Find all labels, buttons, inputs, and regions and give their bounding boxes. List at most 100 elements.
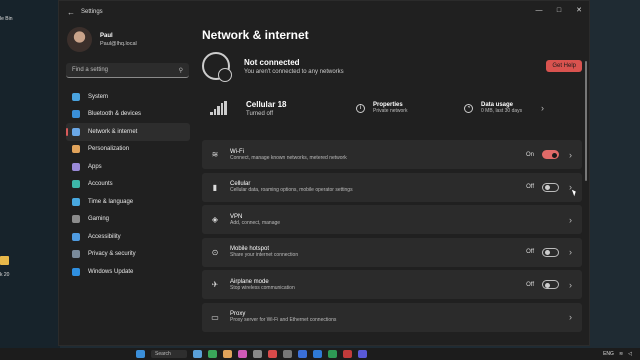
wifi-tray-icon[interactable]: ≋ bbox=[619, 351, 623, 357]
taskbar-app-icon[interactable] bbox=[313, 350, 322, 358]
profile-name: Paul bbox=[100, 32, 113, 39]
system-tray: ENG ≋ ◁ bbox=[603, 351, 632, 357]
desktop-item-recycle-bin[interactable]: le Bin bbox=[0, 16, 13, 22]
sidebar-item-time-language[interactable]: Time & language bbox=[66, 193, 190, 211]
taskbar-app-icon[interactable] bbox=[208, 350, 217, 358]
settings-window: ← Settings — □ ✕ Paul Paul@lhq.local Fin… bbox=[58, 0, 590, 346]
toggle-switch[interactable] bbox=[542, 280, 559, 289]
desktop-item-label[interactable]: k 20 bbox=[0, 272, 9, 278]
sidebar-item-label: Windows Update bbox=[88, 268, 134, 275]
minimize-icon[interactable]: — bbox=[529, 1, 549, 19]
sidebar-item-network-internet[interactable]: Network & internet bbox=[66, 123, 190, 141]
row-subtitle: Proxy server for Wi-Fi and Ethernet conn… bbox=[230, 317, 337, 323]
scrollbar[interactable] bbox=[585, 61, 587, 181]
close-icon[interactable]: ✕ bbox=[569, 1, 589, 19]
sidebar-item-icon bbox=[72, 215, 80, 224]
get-help-button[interactable]: Get Help bbox=[546, 60, 582, 72]
sidebar-item-privacy-security[interactable]: Privacy & security bbox=[66, 246, 190, 264]
sidebar-item-icon bbox=[72, 180, 80, 189]
status-subtitle: You aren't connected to any networks bbox=[244, 68, 344, 75]
chevron-right-icon[interactable]: › bbox=[569, 150, 572, 160]
sidebar-item-label: Network & internet bbox=[88, 128, 138, 135]
taskbar-app-icon[interactable] bbox=[283, 350, 292, 358]
search-input[interactable]: Find a setting ⚲ bbox=[66, 63, 189, 78]
vpn-shield-icon: ◈ bbox=[211, 215, 219, 224]
taskbar-app-icon[interactable] bbox=[268, 350, 277, 358]
sidebar-item-windows-update[interactable]: Windows Update bbox=[66, 263, 190, 281]
taskbar-app-icon[interactable] bbox=[358, 350, 367, 358]
sidebar-item-label: Apps bbox=[88, 163, 102, 170]
settings-row-airplane-mode[interactable]: ✈ Airplane mode Stop wireless communicatio… bbox=[202, 270, 582, 299]
window-title: Settings bbox=[81, 9, 103, 15]
chevron-right-icon[interactable]: › bbox=[569, 312, 572, 322]
taskbar-app-icon[interactable] bbox=[238, 350, 247, 358]
sidebar-item-accounts[interactable]: Accounts bbox=[66, 176, 190, 194]
language-indicator[interactable]: ENG bbox=[603, 351, 614, 357]
sidebar-item-icon bbox=[72, 127, 80, 136]
sidebar-item-label: System bbox=[88, 93, 109, 100]
sidebar-item-system[interactable]: System bbox=[66, 88, 190, 106]
data-usage-subtitle: 0 MB, last 30 days bbox=[481, 108, 523, 114]
wifi-icon: ≋ bbox=[211, 150, 219, 159]
sidebar-item-personalization[interactable]: Personalization bbox=[66, 141, 190, 159]
toggle-switch[interactable] bbox=[542, 150, 559, 159]
maximize-icon[interactable]: □ bbox=[549, 1, 569, 19]
arrow-left-icon[interactable]: ← bbox=[67, 8, 81, 17]
sidebar-item-label: Time & language bbox=[88, 198, 134, 205]
settings-row-vpn[interactable]: ◈ VPN Add, connect, manage › bbox=[202, 205, 582, 234]
taskbar-app-icon[interactable] bbox=[328, 350, 337, 358]
sidebar-item-label: Personalization bbox=[88, 146, 130, 153]
taskbar-app-icon[interactable] bbox=[343, 350, 352, 358]
taskbar-search[interactable]: Search bbox=[151, 350, 187, 358]
chevron-right-icon[interactable]: › bbox=[569, 247, 572, 257]
toggle-state-label: Off bbox=[526, 249, 534, 255]
chevron-right-icon[interactable]: › bbox=[541, 103, 544, 113]
taskbar: Search ENG ≋ ◁ bbox=[0, 348, 640, 360]
cellular-name: Cellular 18 bbox=[246, 99, 287, 109]
data-usage-link[interactable]: ◔ Data usage 0 MB, last 30 days › bbox=[464, 102, 544, 114]
settings-row-wi-fi[interactable]: ≋ Wi-Fi Connect, manage known networks, me… bbox=[202, 140, 582, 169]
taskbar-app-icon[interactable] bbox=[298, 350, 307, 358]
properties-link[interactable]: i Properties Private network bbox=[356, 102, 464, 114]
sidebar-item-accessibility[interactable]: Accessibility bbox=[66, 228, 190, 246]
properties-subtitle: Private network bbox=[373, 108, 408, 114]
toggle-switch[interactable] bbox=[542, 182, 559, 192]
taskbar-app-icon[interactable] bbox=[193, 350, 202, 358]
sidebar-item-apps[interactable]: Apps bbox=[66, 158, 190, 176]
row-subtitle: Cellular data, roaming options, mobile o… bbox=[230, 187, 353, 193]
taskbar-app-icon[interactable] bbox=[253, 350, 262, 358]
sidebar-item-icon bbox=[72, 250, 80, 259]
chevron-right-icon[interactable]: › bbox=[569, 280, 572, 290]
globe-disconnected-icon bbox=[202, 52, 232, 82]
settings-row-proxy[interactable]: ▭ Proxy Proxy server for Wi-Fi and Etherne… bbox=[202, 302, 582, 332]
sidebar-item-icon bbox=[72, 197, 80, 206]
page-title: Network & internet bbox=[202, 28, 309, 42]
settings-row-mobile-hotspot[interactable]: ⊙ Mobile hotspot Share your internet conne… bbox=[202, 237, 582, 267]
hotspot-icon: ⊙ bbox=[211, 247, 219, 257]
sidebar-item-gaming[interactable]: Gaming bbox=[66, 211, 190, 229]
taskbar-app-icon[interactable] bbox=[223, 350, 232, 358]
user-profile[interactable]: Paul Paul@lhq.local bbox=[67, 27, 137, 52]
toggle-switch[interactable] bbox=[542, 247, 559, 257]
profile-email: Paul@lhq.local bbox=[100, 40, 137, 47]
toggle-state-label: Off bbox=[526, 281, 534, 288]
sidebar-item-bluetooth-devices[interactable]: Bluetooth & devices bbox=[66, 106, 190, 124]
settings-row-cellular[interactable]: ▮ Cellular Cellular data, roaming options,… bbox=[202, 172, 582, 202]
sidebar-item-icon bbox=[72, 232, 80, 241]
chevron-right-icon[interactable]: › bbox=[569, 215, 572, 225]
cellular-icon: ▮ bbox=[212, 182, 218, 192]
avatar[interactable] bbox=[67, 27, 92, 52]
connection-status: Not connected You aren't connected to an… bbox=[202, 50, 582, 82]
title-bar: ← Settings bbox=[59, 1, 589, 23]
folder-icon[interactable] bbox=[0, 256, 9, 265]
proxy-icon: ▭ bbox=[211, 312, 219, 322]
sidebar-item-label: Accessibility bbox=[88, 233, 121, 240]
toggle-state-label: On bbox=[525, 151, 534, 158]
search-icon[interactable]: ⚲ bbox=[179, 67, 183, 74]
sidebar-item-label: Privacy & security bbox=[88, 251, 136, 258]
window-controls: — □ ✕ bbox=[529, 1, 589, 19]
settings-list: ≋ Wi-Fi Connect, manage known networks, me… bbox=[202, 140, 582, 332]
start-icon[interactable] bbox=[136, 350, 145, 358]
status-title: Not connected bbox=[244, 57, 300, 67]
volume-icon[interactable]: ◁ bbox=[628, 351, 632, 357]
